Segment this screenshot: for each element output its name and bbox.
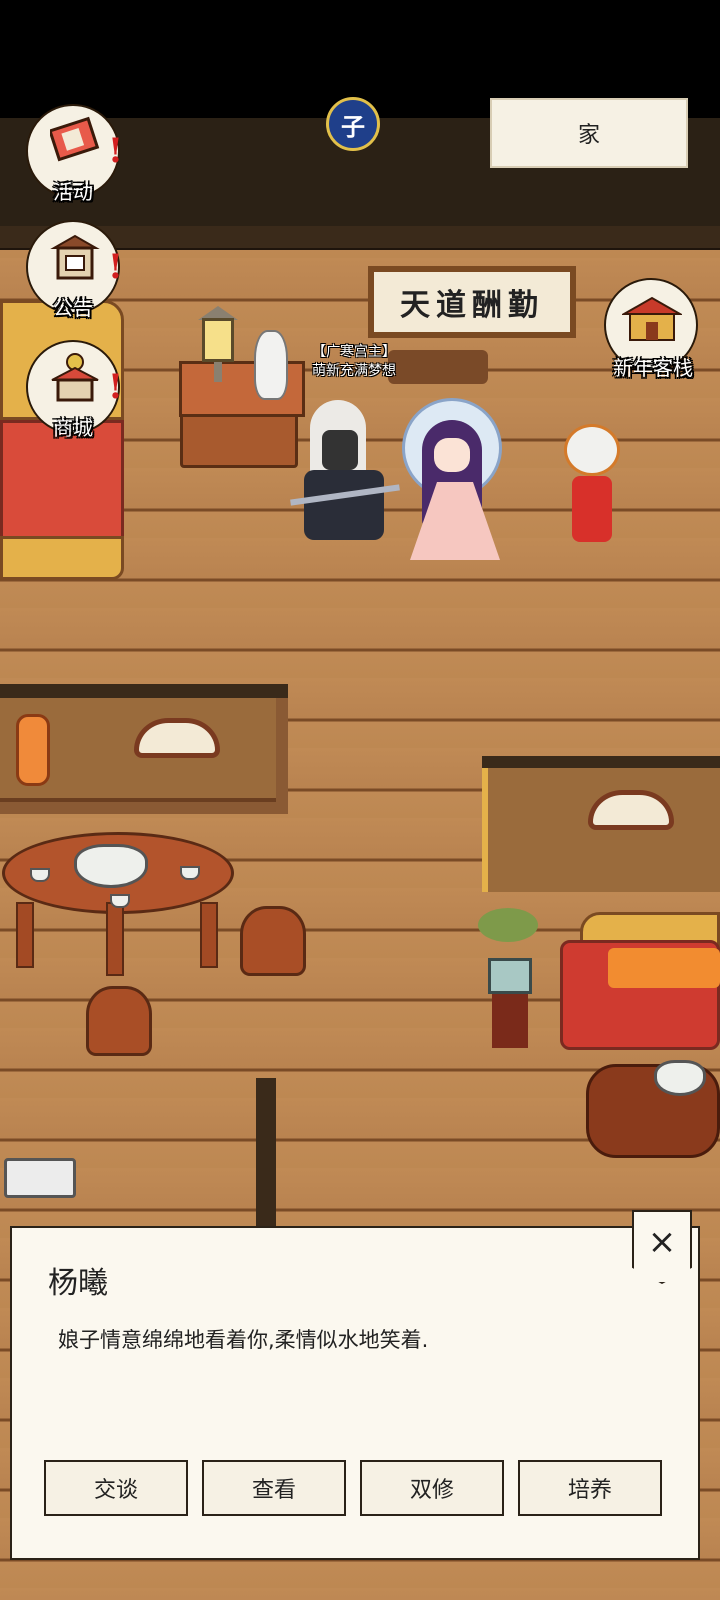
banner-icon xyxy=(50,116,100,162)
nurture-button[interactable]: 培养 xyxy=(518,1460,662,1516)
lamp-pole xyxy=(214,362,222,382)
sofa-cushion xyxy=(608,948,720,988)
notice-label: 公告 xyxy=(53,296,93,320)
dialog-speaker-name: 杨曦 xyxy=(48,1266,108,1301)
activity-label: 活动 xyxy=(53,180,93,204)
shop-button[interactable]: ! 商城 xyxy=(26,340,123,444)
bonsai-stand xyxy=(492,994,528,1048)
tiger-costume-npc[interactable] xyxy=(556,424,628,554)
tiger-npc-body xyxy=(572,476,612,542)
player-title: 【广寒宫主】 xyxy=(312,344,396,360)
shop-label: 商城 xyxy=(53,416,93,440)
bonsai-pot xyxy=(488,958,532,994)
stool xyxy=(240,906,306,976)
new-year-inn-button[interactable]: 新年客栈 xyxy=(598,278,708,382)
bonsai-leaves xyxy=(478,908,538,942)
vase xyxy=(254,330,288,400)
calligraphy-plaque: 天道酬勤 xyxy=(368,266,576,338)
teacup xyxy=(30,868,50,882)
tiger-hat xyxy=(564,424,620,476)
bed-frame xyxy=(0,536,124,580)
partition-roof xyxy=(482,756,720,768)
right-partition-wall xyxy=(482,756,720,896)
time-of-day-badge: 子 xyxy=(326,97,380,151)
talk-button[interactable]: 交谈 xyxy=(44,1460,188,1516)
table-leg xyxy=(16,902,34,968)
lamp-shade xyxy=(202,318,234,362)
bonsai xyxy=(478,908,538,1048)
location-label: 家 xyxy=(490,98,688,168)
activity-button[interactable]: ! 活动 xyxy=(26,104,123,208)
lamp xyxy=(196,292,240,382)
partition-panel xyxy=(482,768,720,892)
stool xyxy=(86,986,152,1056)
wife-face xyxy=(434,438,470,472)
dialog-text: 娘子情意绵绵地看着你,柔情似水地笑着. xyxy=(58,1328,429,1352)
wife-character[interactable] xyxy=(398,398,508,562)
table-leg xyxy=(106,902,124,976)
notice-board-icon xyxy=(50,234,100,280)
table-leg xyxy=(200,902,218,968)
shop-stall-icon xyxy=(51,353,99,402)
player-body xyxy=(304,470,384,540)
inn-label: 新年客栈 xyxy=(613,356,693,380)
alert-mark: ! xyxy=(108,131,123,171)
footstool xyxy=(4,1158,76,1198)
alert-mark: ! xyxy=(108,367,123,407)
teacup xyxy=(110,894,130,908)
view-button[interactable]: 查看 xyxy=(202,1460,346,1516)
player-name: 萌新充满梦想 xyxy=(312,363,396,379)
wooden-post xyxy=(256,1078,276,1238)
teapot xyxy=(74,844,148,888)
teacup xyxy=(180,866,200,880)
sofa xyxy=(560,912,720,1056)
player-mask xyxy=(322,430,358,470)
notice-button[interactable]: ! 公告 xyxy=(26,220,123,324)
player-character[interactable] xyxy=(290,400,400,555)
lantern xyxy=(16,714,50,786)
close-icon: × xyxy=(647,1222,677,1262)
dual-cultivation-button[interactable]: 双修 xyxy=(360,1460,504,1516)
teapot xyxy=(654,1060,706,1096)
inn-building-icon xyxy=(622,296,682,341)
partition-roof xyxy=(0,684,288,698)
alert-mark: ! xyxy=(108,247,123,287)
